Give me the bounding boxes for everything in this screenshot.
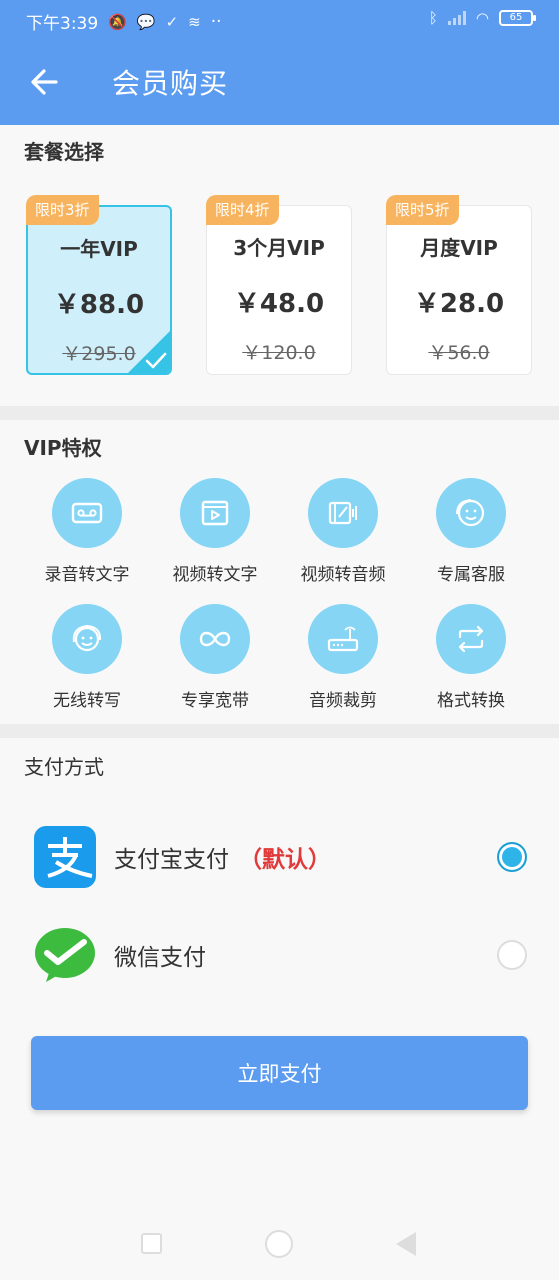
layers-icon: ≋ [188, 12, 201, 31]
router-icon [308, 604, 378, 674]
wifi-icon: ◠ [475, 9, 489, 27]
infinity-icon [180, 604, 250, 674]
privilege-label: 专属客服 [437, 565, 505, 585]
download-icon: ✓ [165, 12, 179, 31]
privilege-audio-to-text[interactable]: 录音转文字 [23, 478, 151, 598]
privilege-format-convert[interactable]: 格式转换 [407, 604, 535, 724]
film-audio-icon [308, 478, 378, 548]
plan-card-yearly[interactable]: 限时3折 一年VIP ￥88.0 ￥295.0 [26, 195, 176, 377]
payment-method-name: 支付宝支付 （默认） [114, 840, 331, 874]
plan-card-monthly[interactable]: 限时5折 月度VIP ￥28.0 ￥56.0 [386, 195, 536, 377]
page-title: 会员购买 [112, 67, 229, 100]
plan-discount-tag: 限时4折 [206, 195, 279, 225]
chat-icon: 💬 [136, 12, 156, 31]
privilege-exclusive-service[interactable]: 专属客服 [407, 478, 535, 598]
header: 会员购买 [0, 42, 559, 125]
cassette-icon [52, 478, 122, 548]
privilege-wireless-transcribe[interactable]: 无线转写 [23, 604, 151, 724]
section-divider [0, 406, 559, 420]
bluetooth-icon: ᛒ [428, 9, 438, 27]
plan-price: ￥28.0 [413, 289, 505, 319]
pay-now-button[interactable]: 立即支付 [31, 1036, 528, 1110]
plan-original-price: ￥56.0 [428, 342, 490, 364]
privilege-label: 音频裁剪 [309, 691, 377, 711]
mute-icon: 🔕 [108, 12, 127, 31]
wechat-radio[interactable] [497, 940, 527, 970]
recent-apps-icon[interactable] [141, 1233, 162, 1254]
alipay-icon [34, 826, 96, 888]
alipay-label: 支付宝支付 [114, 847, 229, 873]
wechat-pay-icon [34, 924, 96, 986]
back-arrow-icon[interactable] [28, 60, 62, 104]
plan-discount-tag: 限时3折 [26, 195, 99, 225]
privileges-section-title: VIP特权 [24, 436, 102, 460]
video-icon [180, 478, 250, 548]
privilege-exclusive-bandwidth[interactable]: 专享宽带 [151, 604, 279, 724]
back-triangle-icon[interactable] [396, 1232, 416, 1256]
alipay-radio[interactable] [497, 842, 527, 872]
signal-icon [447, 11, 466, 25]
privilege-label: 录音转文字 [44, 565, 130, 585]
plan-original-price: ￥120.0 [242, 342, 316, 364]
selected-check-icon [128, 331, 170, 373]
privilege-video-to-text[interactable]: 视频转文字 [151, 478, 279, 598]
payment-method-name: 微信支付 [114, 945, 206, 971]
privilege-label: 格式转换 [437, 691, 505, 711]
plan-discount-tag: 限时5折 [386, 195, 459, 225]
plan-name: 月度VIP [420, 236, 498, 260]
app-bar: 下午3:39 🔕 💬 ✓ ≋ ·· ᛒ ◠ 65 会员购买 [0, 0, 559, 125]
privilege-video-to-audio[interactable]: 视频转音频 [279, 478, 407, 598]
plan-name: 一年VIP [60, 237, 138, 261]
plan-price: ￥88.0 [53, 290, 145, 320]
plan-card-quarterly[interactable]: 限时4折 3个月VIP ￥48.0 ￥120.0 [206, 195, 356, 377]
payment-option-alipay[interactable]: 支付宝支付 （默认） [0, 816, 559, 896]
headset-face-icon [52, 604, 122, 674]
privilege-audio-trim[interactable]: 音频裁剪 [279, 604, 407, 724]
home-icon[interactable] [265, 1230, 293, 1258]
service-face-icon [436, 478, 506, 548]
status-time: 下午3:39 [26, 14, 99, 34]
privilege-label: 专享宽带 [181, 691, 249, 711]
plan-price: ￥48.0 [233, 289, 325, 319]
more-notifications-icon: ·· [210, 11, 222, 32]
privilege-label: 视频转音频 [300, 565, 386, 585]
payment-section-title: 支付方式 [24, 755, 104, 779]
plan-name: 3个月VIP [233, 236, 325, 260]
privilege-label: 无线转写 [53, 691, 121, 711]
system-nav-bar [0, 1200, 559, 1280]
status-bar: 下午3:39 🔕 💬 ✓ ≋ ·· ᛒ ◠ 65 [0, 0, 559, 42]
battery-icon: 65 [499, 10, 536, 26]
default-label: （默认） [239, 847, 331, 873]
plans-section-title: 套餐选择 [24, 140, 104, 164]
swap-icon [436, 604, 506, 674]
section-divider [0, 724, 559, 738]
privilege-label: 视频转文字 [172, 565, 258, 585]
payment-option-wechat[interactable]: 微信支付 [0, 914, 559, 994]
